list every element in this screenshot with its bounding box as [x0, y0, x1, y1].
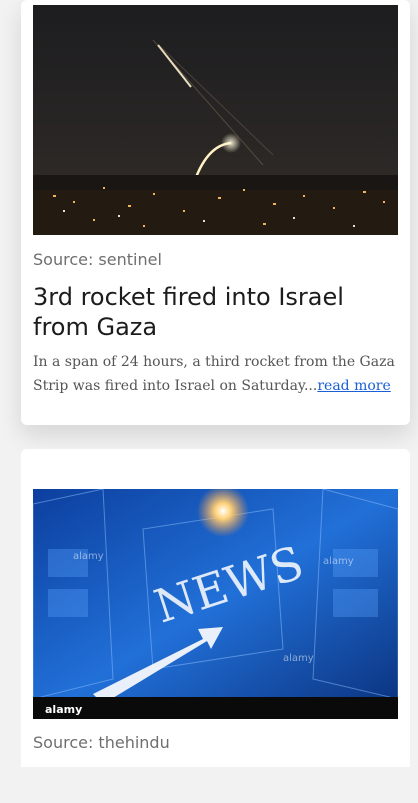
headline[interactable]: 3rd rocket fired into Israel from Gaza [33, 282, 398, 342]
article-summary: In a span of 24 hours, a third rocket fr… [33, 350, 398, 398]
watermark-text: alamy [45, 703, 82, 716]
article-image[interactable] [33, 5, 398, 235]
news-card[interactable]: NEWS alamy alamy alamy alamy Source: the… [21, 449, 410, 803]
source-label: Source: sentinel [33, 250, 162, 269]
news-graphic-image: NEWS alamy alamy alamy alamy [33, 489, 398, 719]
rocket-night-image [33, 5, 398, 235]
watermark-text: alamy [73, 551, 104, 562]
watermark-text: alamy [283, 653, 314, 664]
page-bottom-area [0, 767, 418, 803]
source-label: Source: thehindu [33, 733, 170, 752]
news-card[interactable]: Source: sentinel 3rd rocket fired into I… [21, 0, 410, 425]
read-more-link[interactable]: read more [317, 378, 390, 394]
watermark-text: alamy [323, 556, 354, 567]
article-image[interactable]: NEWS alamy alamy alamy alamy [33, 489, 398, 719]
